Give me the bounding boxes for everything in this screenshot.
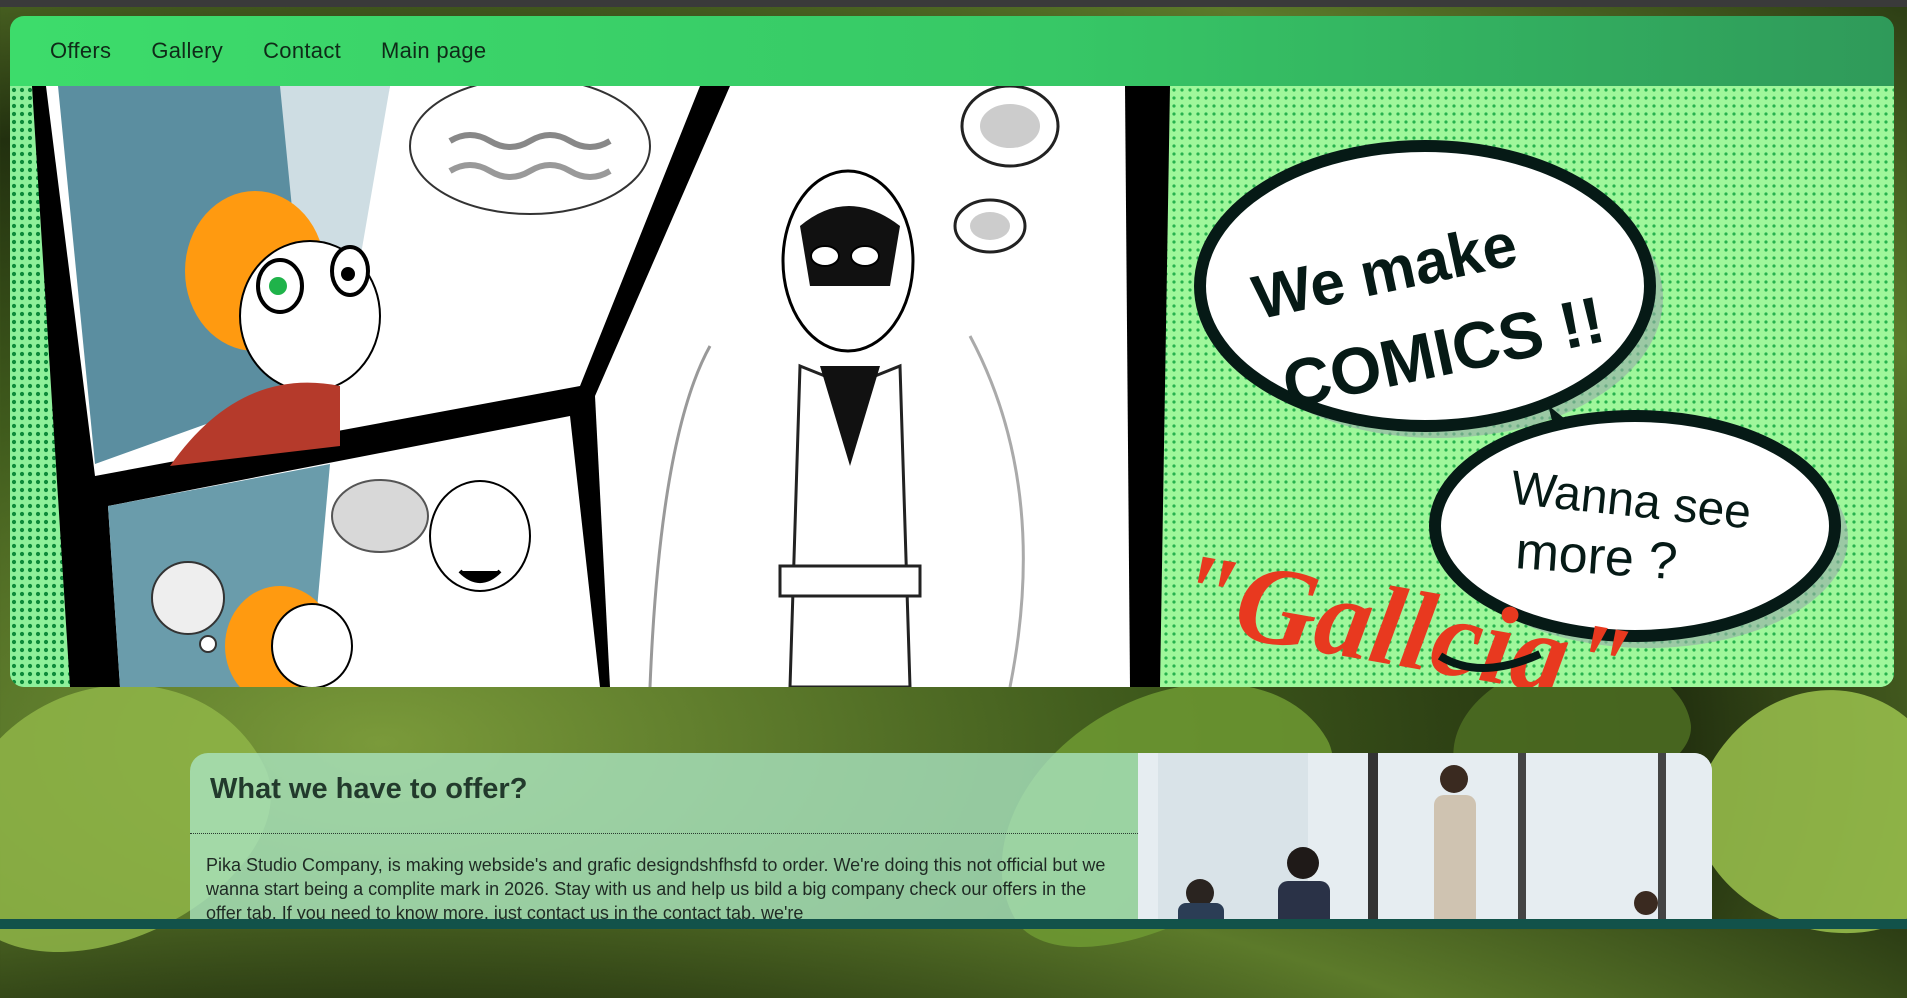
offer-description: Pika Studio Company, is making webside's… <box>206 855 1106 923</box>
nav-gallery-link[interactable]: Gallery <box>151 38 223 64</box>
offer-text-panel: What we have to offer? Pika Studio Compa… <box>190 753 1138 929</box>
offer-divider <box>190 833 1138 834</box>
nav-main-page-link[interactable]: Main page <box>381 38 486 64</box>
offer-title: What we have to offer? <box>210 773 528 805</box>
hero-comic-illustration: We make COMICS !! Wanna see more ? "Gall… <box>10 86 1894 687</box>
nav-offers-link[interactable]: Offers <box>50 38 111 64</box>
nav-contact-link[interactable]: Contact <box>263 38 341 64</box>
office-photo-illustration <box>1138 753 1712 929</box>
hero-comic-banner: We make COMICS !! Wanna see more ? "Gall… <box>10 86 1894 687</box>
main-navigation: Offers Gallery Contact Main page <box>10 16 1894 86</box>
os-taskbar <box>0 919 1907 929</box>
offer-section: What we have to offer? Pika Studio Compa… <box>190 753 1712 929</box>
hero-bubble-second-line2: more ? <box>1514 522 1679 591</box>
office-team-photo <box>1138 753 1712 929</box>
browser-top-strip <box>0 0 1907 7</box>
